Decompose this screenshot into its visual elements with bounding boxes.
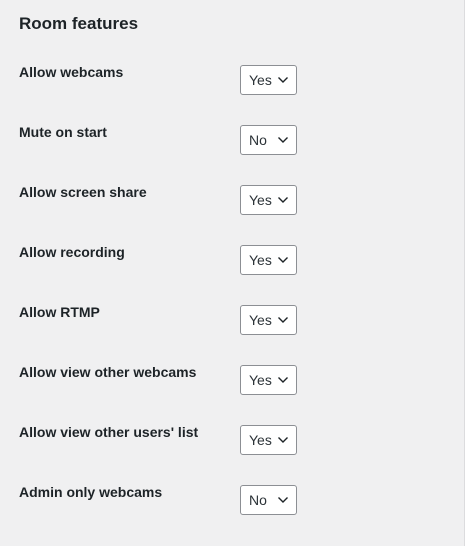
chevron-down-icon <box>278 317 288 323</box>
select-value: Yes <box>249 432 272 448</box>
feature-label: Allow screen share <box>19 184 147 200</box>
select-value: No <box>249 132 267 148</box>
chevron-down-icon <box>278 197 288 203</box>
feature-row-allow-recording: Allow recording Yes <box>0 244 465 275</box>
feature-row-allow-screen-share: Allow screen share Yes <box>0 184 465 215</box>
select-value: Yes <box>249 192 272 208</box>
allow-webcams-select[interactable]: Yes <box>240 65 297 95</box>
allow-recording-select[interactable]: Yes <box>240 245 297 275</box>
allow-view-other-webcams-select[interactable]: Yes <box>240 365 297 395</box>
feature-label: Allow webcams <box>19 64 124 80</box>
feature-row-allow-rtmp: Allow RTMP Yes <box>0 304 465 335</box>
section-title: Room features <box>19 14 139 33</box>
feature-row-admin-only-webcams: Admin only webcams No <box>0 484 465 515</box>
feature-label: Mute on start <box>19 124 107 140</box>
admin-only-webcams-select[interactable]: No <box>240 485 297 515</box>
feature-label: Allow view other users' list <box>19 424 199 440</box>
chevron-down-icon <box>278 377 288 383</box>
chevron-down-icon <box>278 437 288 443</box>
mute-on-start-select[interactable]: No <box>240 125 297 155</box>
chevron-down-icon <box>278 257 288 263</box>
feature-row-mute-on-start: Mute on start No <box>0 124 465 155</box>
allow-view-other-users-list-select[interactable]: Yes <box>240 425 297 455</box>
feature-label: Allow RTMP <box>19 304 100 320</box>
feature-label: Admin only webcams <box>19 484 163 500</box>
chevron-down-icon <box>278 497 288 503</box>
allow-screen-share-select[interactable]: Yes <box>240 185 297 215</box>
allow-rtmp-select[interactable]: Yes <box>240 305 297 335</box>
select-value: Yes <box>249 312 272 328</box>
feature-label: Allow view other webcams <box>19 364 197 380</box>
select-value: No <box>249 492 267 508</box>
feature-row-allow-view-other-webcams: Allow view other webcams Yes <box>0 364 465 395</box>
select-value: Yes <box>249 372 272 388</box>
select-value: Yes <box>249 72 272 88</box>
feature-row-allow-webcams: Allow webcams Yes <box>0 64 465 95</box>
chevron-down-icon <box>278 137 288 143</box>
select-value: Yes <box>249 252 272 268</box>
feature-row-allow-view-other-users-list: Allow view other users' list Yes <box>0 424 465 455</box>
chevron-down-icon <box>278 77 288 83</box>
feature-label: Allow recording <box>19 244 125 260</box>
